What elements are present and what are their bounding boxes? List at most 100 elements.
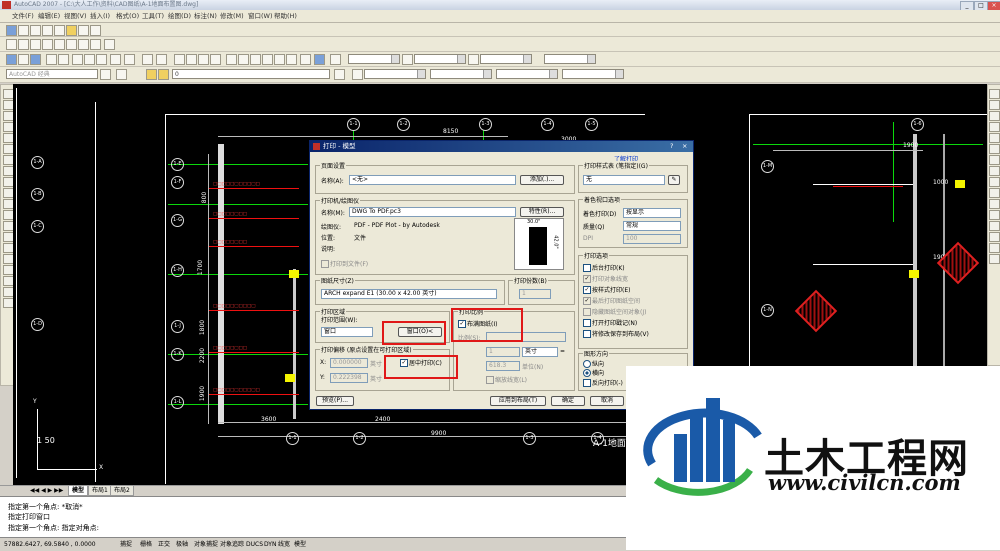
tool-palette-icon[interactable] (250, 54, 261, 65)
scissors-icon[interactable] (72, 54, 83, 65)
cut-icon[interactable] (78, 25, 89, 36)
mtext-icon[interactable] (18, 39, 29, 50)
text-edit-icon[interactable] (104, 39, 115, 50)
color-combo[interactable] (364, 69, 426, 79)
zoom-realtime-icon[interactable] (186, 54, 197, 65)
menu-edit[interactable]: 编辑(E) (38, 10, 60, 22)
matchprop-icon[interactable] (110, 54, 121, 65)
command-prompt[interactable]: 指定第一个角点: 指定对角点: (8, 523, 99, 533)
dialog-help-icon[interactable]: ? (670, 141, 673, 152)
ortho-toggle[interactable]: 正交 (158, 540, 170, 549)
dtext-icon[interactable] (30, 39, 41, 50)
dim-style-combo[interactable] (414, 54, 466, 64)
plot-stamp-checkbox[interactable] (583, 319, 591, 327)
break-icon[interactable] (989, 210, 1000, 220)
hide-paperspace-checkbox[interactable] (583, 308, 591, 316)
plot-to-file-checkbox[interactable] (321, 260, 329, 268)
open2-icon[interactable] (18, 54, 29, 65)
osnap-toggle[interactable]: 对象捕捉 (194, 540, 218, 549)
help-icon[interactable] (300, 54, 311, 65)
print-preview-icon[interactable] (58, 54, 69, 65)
preview-button[interactable]: 预览(P)... (316, 396, 354, 406)
model-toggle[interactable]: 模型 (294, 540, 306, 549)
text-style-icon[interactable] (6, 39, 17, 50)
scale-value-1[interactable]: 1 (486, 347, 520, 357)
undo-icon[interactable] (142, 54, 153, 65)
sheet-set-icon[interactable] (262, 54, 273, 65)
stretch-icon[interactable] (989, 177, 1000, 187)
find-icon[interactable] (42, 39, 53, 50)
layer-manager-icon[interactable] (116, 69, 127, 80)
tab-layout1[interactable]: 布局1 (88, 486, 112, 496)
scale-text-icon[interactable] (66, 39, 77, 50)
paste-icon[interactable] (96, 54, 107, 65)
menu-draw[interactable]: 绘图(D) (168, 10, 191, 22)
otrack-toggle[interactable]: 对象追踪 (220, 540, 244, 549)
copy-object-icon[interactable] (989, 100, 1000, 110)
polar-toggle[interactable]: 极轴 (176, 540, 188, 549)
save-changes-checkbox[interactable] (583, 330, 591, 338)
menu-tools[interactable]: 工具(T) (142, 10, 164, 22)
publish-icon[interactable] (66, 25, 77, 36)
redo-icon[interactable] (156, 54, 167, 65)
join-icon[interactable] (989, 221, 1000, 231)
block-editor-icon[interactable] (124, 54, 135, 65)
menu-window[interactable]: 窗口(W) (248, 10, 273, 22)
workspace-settings-icon[interactable] (100, 69, 111, 80)
dim-style-icon[interactable] (402, 54, 413, 65)
apply-to-layout-button[interactable]: 应用到布局(T) (490, 396, 546, 406)
spell-icon[interactable] (54, 39, 65, 50)
tab-model[interactable]: 模型 (68, 486, 89, 496)
save2-icon[interactable] (30, 54, 41, 65)
plot-icon[interactable] (42, 25, 53, 36)
offset-y-field[interactable]: 0.222398 (330, 373, 368, 383)
table-style-combo[interactable] (480, 54, 532, 64)
zoom-window-icon[interactable] (198, 54, 209, 65)
markup-icon[interactable] (274, 54, 285, 65)
menu-view[interactable]: 视图(V) (64, 10, 87, 22)
array-icon[interactable] (989, 133, 1000, 143)
make-layer-current-icon[interactable] (334, 69, 345, 80)
quality-combo[interactable]: 常规 (623, 221, 681, 231)
copy-clip-icon[interactable] (84, 54, 95, 65)
printer-properties-button[interactable]: 特性(R)... (520, 207, 564, 217)
workspace-combo[interactable]: AutoCAD 经典 (6, 69, 98, 79)
offset-icon[interactable] (989, 122, 1000, 132)
printer-name-combo[interactable]: DWG To PDF.pc3 (349, 207, 516, 217)
grid-toggle[interactable]: 栅格 (140, 540, 152, 549)
fillet-icon[interactable] (989, 243, 1000, 253)
design-center-icon[interactable] (238, 54, 249, 65)
layer-combo[interactable]: 0 (172, 69, 330, 79)
text-a-icon[interactable] (330, 54, 341, 65)
dyn-toggle[interactable]: DYN (264, 540, 276, 549)
dialog-close-icon[interactable]: × (682, 141, 687, 152)
pan-icon[interactable] (174, 54, 185, 65)
background-plot-checkbox[interactable] (583, 264, 591, 272)
copy-icon[interactable] (90, 25, 101, 36)
trim-icon[interactable] (989, 188, 1000, 198)
layer-on-icon[interactable] (146, 69, 157, 80)
mirror-icon[interactable] (989, 111, 1000, 121)
dpi-field[interactable]: 100 (623, 234, 681, 244)
plot-lineweights-checkbox[interactable]: ✓ (583, 275, 591, 283)
plot-with-styles-checkbox[interactable]: ✓ (583, 286, 591, 294)
quickcalc-icon[interactable] (286, 54, 297, 65)
text-style-combo[interactable] (348, 54, 400, 64)
paper-size-combo[interactable]: ARCH expand E1 (30.00 x 42.00 英寸) (321, 289, 497, 299)
menu-file[interactable]: 文件(F) (12, 10, 34, 22)
menu-format[interactable]: 格式(O) (116, 10, 139, 22)
calc-icon[interactable] (314, 54, 325, 65)
justify-icon[interactable] (78, 39, 89, 50)
snap-toggle[interactable]: 捕捉 (120, 540, 132, 549)
extend-icon[interactable] (989, 199, 1000, 209)
rotate-icon[interactable] (989, 155, 1000, 165)
upside-down-checkbox[interactable] (583, 379, 591, 387)
menu-help[interactable]: 帮助(H) (274, 10, 297, 22)
tab-layout2[interactable]: 布局2 (110, 486, 134, 496)
edit-plot-style-button[interactable]: ✎ (668, 175, 680, 185)
scale-lineweights-checkbox[interactable] (486, 376, 494, 384)
tab-nav-arrows[interactable]: ◀◀ ◀ ▶ ▶▶ (30, 487, 63, 494)
paperspace-last-checkbox[interactable]: ✓ (583, 297, 591, 305)
plot-what-combo[interactable]: 窗口 (321, 327, 373, 337)
scale-icon[interactable] (989, 166, 1000, 176)
